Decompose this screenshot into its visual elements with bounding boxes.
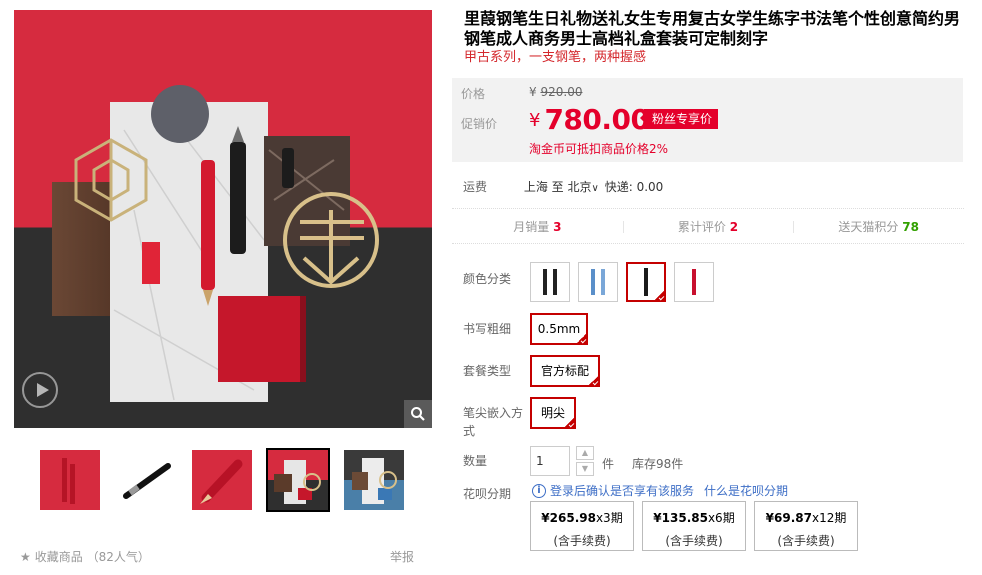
promo-price-value: 780.00 (544, 103, 650, 136)
ship-to-word: 至 (551, 180, 564, 194)
stat-monthly-sales: 月销量 3 (452, 209, 623, 243)
stock-count: 库存98件 (632, 457, 684, 471)
selected-check-icon (576, 333, 587, 344)
huabei-plan[interactable]: ¥265.98x3期 (含手续费) (530, 501, 634, 551)
huabei-notice: i 登录后确认是否享有该服务 什么是花呗分期 (532, 482, 788, 499)
nib-size-value: 0.5mm (537, 322, 581, 336)
favorite-count: （82人气） (86, 550, 150, 564)
original-price-label: 价格 (461, 87, 486, 101)
report-link[interactable]: 举报 (390, 548, 414, 565)
color-swatch-red-pen[interactable] (674, 262, 714, 302)
monthly-sales-label: 月销量 (513, 220, 550, 234)
promo-price: ¥780.00 (529, 103, 650, 136)
thumb-red-pen-box[interactable] (40, 450, 100, 510)
ship-fee: 0.00 (636, 180, 664, 194)
quantity-input[interactable]: 1 (530, 446, 570, 476)
huabei-label: 花呗分期 (463, 487, 512, 501)
plan-amount: ¥265.98 (541, 511, 596, 525)
monthly-sales-value: 3 (553, 220, 562, 234)
huabei-notice-text[interactable]: 登录后确认是否享有该服务 (550, 482, 694, 499)
nib-embed-value: 明尖 (540, 406, 565, 420)
main-product-image[interactable] (14, 10, 432, 428)
plan-periods: x12期 (811, 511, 847, 525)
color-swatch-black-pen-2[interactable] (626, 262, 666, 302)
plan-periods: x3期 (595, 511, 623, 525)
selected-check-icon (588, 375, 599, 386)
taojin-note: 淘金币可抵扣商品价格2% (529, 142, 669, 156)
favorite-label: 收藏商品 (34, 550, 83, 564)
plan-periods: x6期 (707, 511, 735, 525)
ship-from: 上海 (523, 180, 548, 194)
thumb-red-pen-nib[interactable] (192, 450, 252, 510)
zoom-search-icon[interactable] (404, 400, 432, 428)
product-subtitle: 甲古系列，一支钢笔，两种握感 (464, 50, 647, 65)
stats-bar: 月销量 3 累计评价 2 送天猫积分 78 (452, 208, 964, 244)
color-options (530, 262, 714, 302)
product-gallery (14, 10, 432, 512)
huabei-plans: ¥265.98x3期 (含手续费) ¥135.85x6期 (含手续费) ¥69.… (530, 501, 858, 551)
quantity-increase-button[interactable]: ▲ (576, 446, 594, 460)
shipping-label: 运费 (463, 180, 488, 194)
huabei-help-link[interactable]: 什么是花呗分期 (704, 482, 788, 499)
quantity-stepper: ▲ ▼ (576, 446, 594, 476)
reviews-label: 累计评价 (677, 220, 726, 234)
stat-points: 送天猫积分 78 (793, 209, 964, 243)
original-price: ¥ 920.00 (529, 85, 582, 99)
flatlay-illustration (52, 85, 379, 402)
nib-size-label: 书写粗细 (463, 322, 512, 336)
nib-embed-label: 笔尖嵌入方式 (463, 406, 524, 438)
ship-to-select[interactable]: 北京∨ (568, 180, 601, 194)
color-swatch-blue-pen[interactable] (578, 262, 618, 302)
package-option[interactable]: 官方标配 (530, 355, 600, 387)
thumb-black-pen[interactable] (116, 450, 176, 510)
promo-price-label: 促销价 (461, 117, 498, 131)
video-play-icon[interactable] (22, 372, 58, 408)
favorite-link[interactable]: ★ 收藏商品 （82人气） (20, 548, 150, 565)
original-price-value: 920.00 (540, 85, 583, 99)
color-label: 颜色分类 (463, 272, 512, 286)
points-label: 送天猫积分 (838, 220, 899, 234)
huabei-plan[interactable]: ¥135.85x6期 (含手续费) (642, 501, 746, 551)
fan-price-badge: 粉丝专享价 (639, 109, 719, 129)
quantity-label: 数量 (463, 454, 488, 468)
package-value: 官方标配 (540, 364, 589, 378)
selected-check-icon (564, 417, 575, 428)
points-value: 78 (902, 220, 919, 234)
thumb-flatlay-red[interactable] (266, 448, 330, 512)
ship-method: 快递: (604, 180, 633, 194)
selected-check-icon (654, 290, 665, 301)
promo-currency: ¥ (529, 110, 541, 131)
color-swatch-black-pen-1[interactable] (530, 262, 570, 302)
plan-fee: (含手续费) (665, 534, 723, 548)
thumb-flatlay-blue[interactable] (344, 450, 404, 510)
plan-fee: (含手续费) (777, 534, 835, 548)
price-panel: 价格 ¥ 920.00 促销价 ¥780.00 粉丝专享价 淘金币可抵扣商品价格… (452, 78, 963, 162)
shipping-row: 运费 上海 至 北京∨ 快递: 0.00 (463, 178, 663, 195)
nib-size-option[interactable]: 0.5mm (530, 313, 588, 345)
info-icon: i (532, 483, 546, 498)
star-icon: ★ (20, 550, 31, 564)
package-label: 套餐类型 (463, 364, 512, 378)
nib-embed-option[interactable]: 明尖 (530, 397, 576, 429)
reviews-value: 2 (729, 220, 739, 234)
ship-to: 北京 (567, 180, 592, 194)
plan-amount: ¥135.85 (653, 511, 708, 525)
quantity-decrease-button[interactable]: ▼ (576, 462, 594, 476)
plan-amount: ¥69.87 (765, 511, 812, 525)
quantity-unit: 件 (602, 457, 615, 471)
original-currency: ¥ (529, 85, 537, 99)
shipping-route: 上海 至 北京∨ 快递: 0.00 (524, 180, 663, 194)
thumbnail-strip (14, 448, 432, 512)
stat-reviews[interactable]: 累计评价 2 (622, 209, 794, 243)
product-title: 里葭钢笔生日礼物送礼女生专用复古女学生练字书法笔个性创意简约男钢笔成人商务男士高… (464, 9, 961, 48)
huabei-plan[interactable]: ¥69.87x12期 (含手续费) (754, 501, 858, 551)
plan-fee: (含手续费) (553, 534, 611, 548)
chevron-down-icon: ∨ (591, 183, 599, 194)
